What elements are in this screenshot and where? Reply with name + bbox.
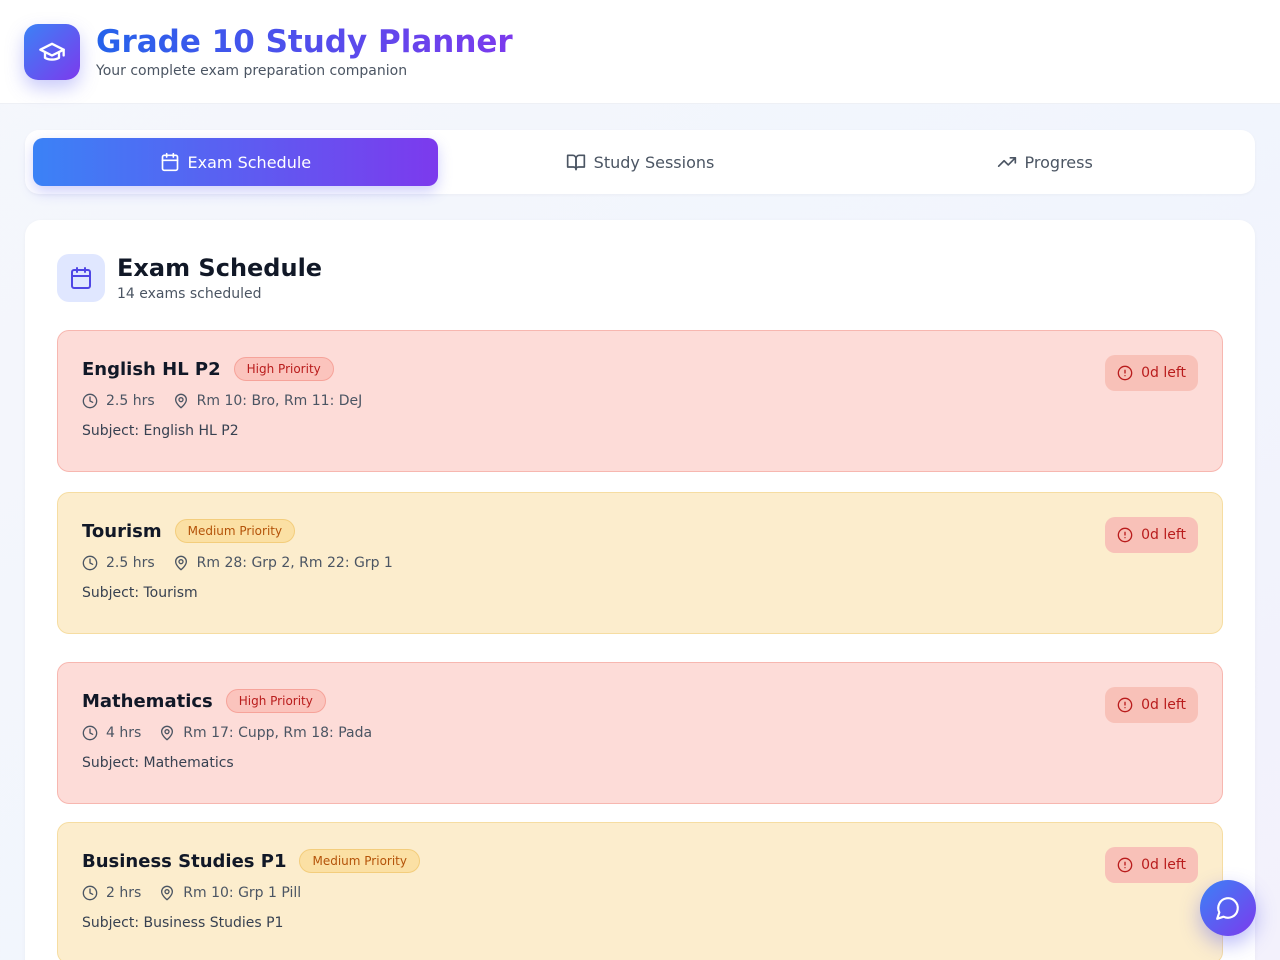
tab-label: Progress [1024, 152, 1093, 172]
alert-circle-icon [1117, 365, 1133, 381]
exam-list: English HL P2 High Priority 2.5 hrs Rm 1… [57, 330, 1223, 960]
exam-duration: 4 hrs [82, 725, 141, 741]
exam-subject: Subject: Business Studies P1 [82, 915, 284, 931]
panel-title: Exam Schedule [117, 254, 323, 282]
duration-text: 2.5 hrs [106, 555, 155, 571]
map-pin-icon [161, 885, 174, 901]
duration-text: 2 hrs [106, 885, 142, 901]
tab-study-sessions[interactable]: Study Sessions [438, 138, 843, 186]
calendar-icon [57, 254, 105, 302]
exam-name: Tourism [82, 520, 162, 542]
days-left-badge: 0d left [1105, 687, 1198, 723]
graduation-cap-icon [24, 23, 80, 80]
days-left-text: 0d left [1141, 365, 1186, 381]
exam-card[interactable]: Tourism Medium Priority 2.5 hrs Rm 28: G… [57, 492, 1223, 634]
clock-icon [82, 725, 98, 741]
exam-duration: 2.5 hrs [82, 555, 155, 571]
exam-count: 14 exams scheduled [117, 286, 262, 302]
alert-circle-icon [1117, 697, 1133, 713]
exam-rooms: Rm 28: Grp 2, Rm 22: Grp 1 [173, 555, 393, 571]
tab-progress[interactable]: Progress [842, 138, 1247, 186]
exam-subject: Subject: Tourism [82, 585, 198, 601]
clock-icon [82, 393, 98, 409]
priority-badge: High Priority [233, 357, 334, 381]
exam-subject: Subject: English HL P2 [82, 423, 239, 439]
calendar-icon [161, 152, 178, 172]
clock-icon [82, 555, 98, 571]
map-pin-icon [174, 393, 187, 409]
app-subtitle: Your complete exam preparation companion [96, 63, 408, 79]
book-open-icon [566, 154, 585, 171]
exam-card[interactable]: Business Studies P1 Medium Priority 2 hr… [57, 822, 1223, 960]
exam-duration: 2 hrs [82, 885, 141, 901]
panel-header: Exam Schedule 14 exams scheduled [57, 254, 1223, 302]
exam-card[interactable]: Mathematics High Priority 4 hrs Rm 17: C… [57, 662, 1223, 804]
tab-bar: Exam Schedule Study Sessions Progress [25, 130, 1255, 194]
trending-up-icon [997, 157, 1016, 167]
days-left-badge: 0d left [1105, 355, 1198, 391]
priority-badge: High Priority [225, 689, 326, 713]
exam-name: Mathematics [82, 690, 213, 712]
duration-text: 4 hrs [106, 725, 142, 741]
exam-name: English HL P2 [82, 358, 221, 380]
rooms-text: Rm 17: Cupp, Rm 18: Pada [183, 725, 373, 741]
priority-badge: Medium Priority [174, 519, 296, 543]
chat-button[interactable] [1200, 880, 1256, 936]
tab-label: Study Sessions [593, 152, 715, 172]
map-pin-icon [161, 725, 174, 741]
exam-duration: 2.5 hrs [82, 393, 155, 409]
app-title: Grade 10 Study Planner [96, 24, 513, 60]
exam-card[interactable]: English HL P2 High Priority 2.5 hrs Rm 1… [57, 330, 1223, 472]
rooms-text: Rm 10: Grp 1 Pill [183, 885, 302, 901]
rooms-text: Rm 28: Grp 2, Rm 22: Grp 1 [196, 555, 393, 571]
days-left-text: 0d left [1141, 527, 1186, 543]
days-left-badge: 0d left [1105, 847, 1198, 883]
days-left-text: 0d left [1141, 697, 1186, 713]
exam-name: Business Studies P1 [82, 850, 287, 872]
clock-icon [82, 885, 98, 901]
alert-circle-icon [1117, 857, 1133, 873]
map-pin-icon [174, 555, 187, 571]
tab-label: Exam Schedule [187, 152, 312, 172]
exam-schedule-panel: Exam Schedule 14 exams scheduled English… [25, 220, 1255, 960]
exam-rooms: Rm 10: Grp 1 Pill [159, 885, 301, 901]
priority-badge: Medium Priority [299, 849, 420, 873]
chat-bubble-icon [1216, 897, 1239, 920]
app-header: Grade 10 Study Planner Your complete exa… [0, 0, 1280, 104]
days-left-badge: 0d left [1105, 517, 1198, 553]
tab-exam-schedule[interactable]: Exam Schedule [33, 138, 438, 186]
exam-rooms: Rm 10: Bro, Rm 11: DeJ [173, 393, 363, 409]
exam-rooms: Rm 17: Cupp, Rm 18: Pada [159, 725, 372, 741]
days-left-text: 0d left [1141, 857, 1186, 873]
alert-circle-icon [1117, 527, 1133, 543]
rooms-text: Rm 10: Bro, Rm 11: DeJ [196, 393, 363, 409]
exam-subject: Subject: Mathematics [82, 755, 234, 771]
duration-text: 2.5 hrs [106, 393, 155, 409]
